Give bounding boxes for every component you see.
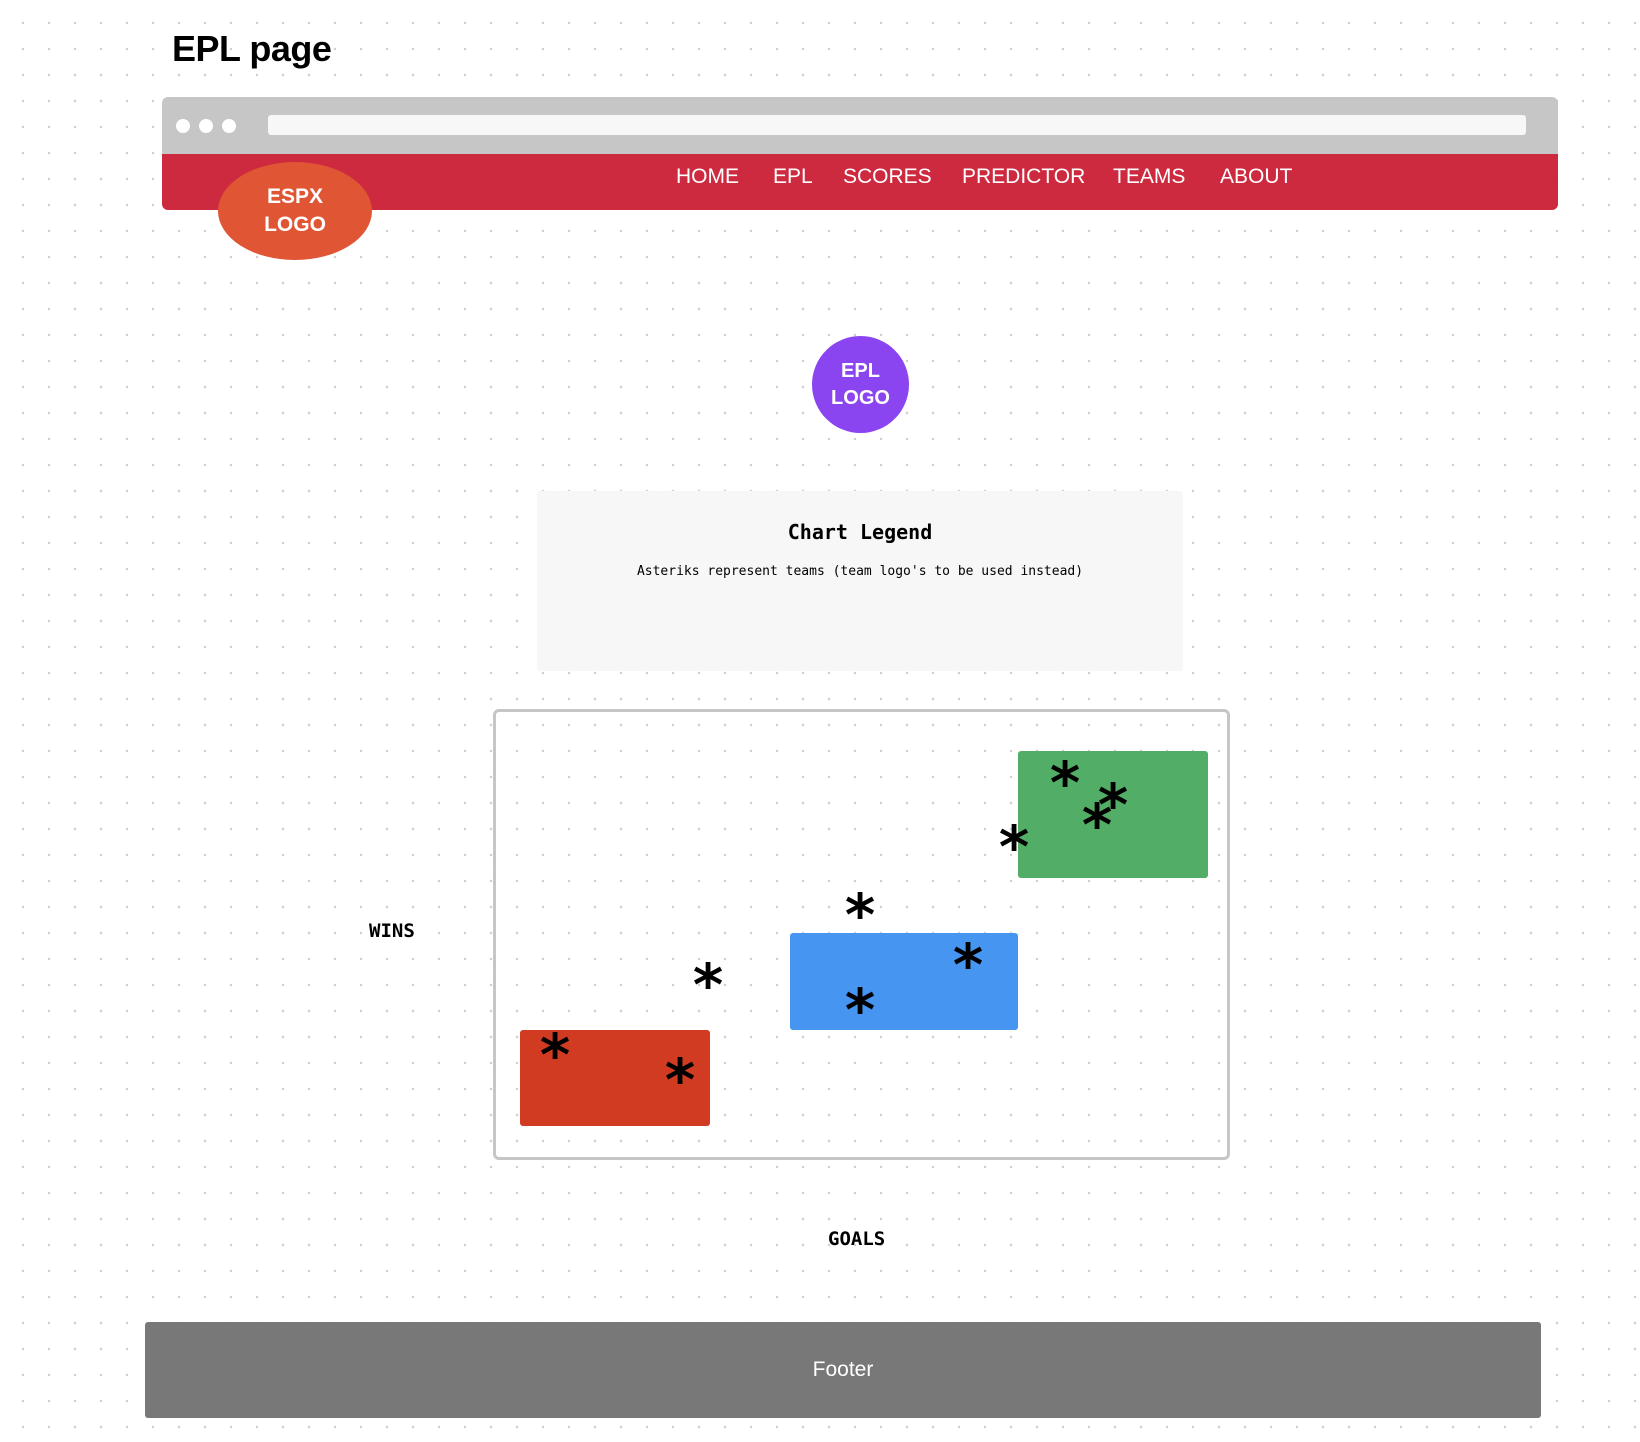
epl-logo-text: LOGO bbox=[831, 386, 890, 409]
epl-logo-text: EPL bbox=[841, 359, 880, 382]
chart-legend: Chart Legend Asteriks represent teams (t… bbox=[537, 491, 1183, 671]
x-axis-label: GOALS bbox=[828, 1228, 886, 1250]
url-bar[interactable] bbox=[268, 115, 1526, 135]
browser-window-bar bbox=[162, 97, 1558, 154]
nav-item-teams[interactable]: TEAMS bbox=[1113, 165, 1185, 189]
window-dot-icon bbox=[176, 119, 190, 133]
footer-label: Footer bbox=[812, 1358, 874, 1381]
legend-title: Chart Legend bbox=[787, 520, 933, 544]
espx-logo-text: LOGO bbox=[264, 213, 326, 236]
espx-logo[interactable]: ESPX LOGO bbox=[218, 162, 372, 260]
footer: Footer bbox=[145, 1322, 1541, 1418]
window-dot-icon bbox=[199, 119, 213, 133]
espx-logo-text: ESPX bbox=[266, 185, 324, 208]
nav-bar: HOME EPL SCORES PREDICTOR TEAMS ABOUT bbox=[162, 154, 1558, 210]
page-title: EPL page bbox=[172, 28, 332, 69]
epl-logo: EPL LOGO bbox=[812, 336, 909, 433]
nav-item-predictor[interactable]: PREDICTOR bbox=[962, 165, 1085, 189]
chart-frame bbox=[493, 709, 1230, 1160]
nav-item-about[interactable]: ABOUT bbox=[1220, 165, 1292, 189]
legend-description: Asteriks represent teams (team logo's to… bbox=[636, 564, 1084, 579]
nav-item-scores[interactable]: SCORES bbox=[843, 165, 932, 189]
nav-item-epl[interactable]: EPL bbox=[773, 165, 813, 189]
nav-item-home[interactable]: HOME bbox=[676, 165, 739, 189]
y-axis-label: WINS bbox=[369, 920, 415, 942]
window-dot-icon bbox=[222, 119, 236, 133]
